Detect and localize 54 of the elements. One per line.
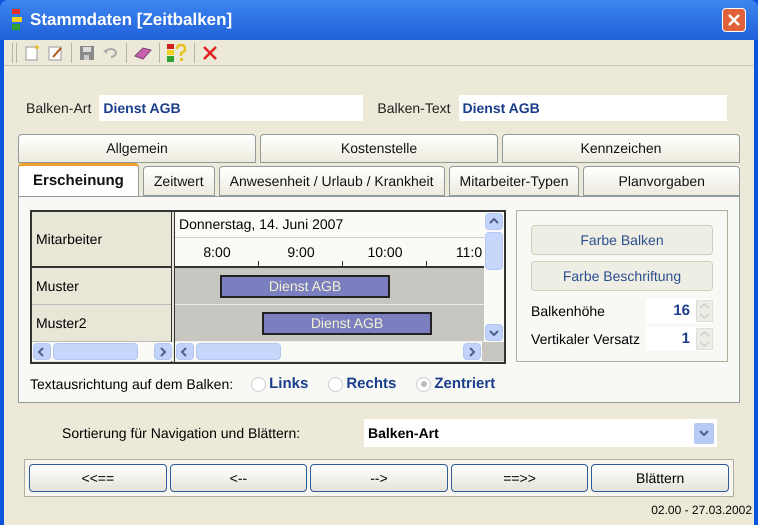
number-spinner[interactable]: 1 xyxy=(646,327,713,351)
scroll-thumb[interactable] xyxy=(53,343,138,360)
scroll-left-button[interactable] xyxy=(33,343,51,360)
scroll-thumb[interactable] xyxy=(196,343,281,360)
hour-label: 11:0 xyxy=(456,242,482,262)
tab[interactable]: Anwesenheit / Urlaub / Krankheit xyxy=(218,166,445,196)
scroll-thumb[interactable] xyxy=(485,232,503,270)
window-title: Stammdaten [Zeitbalken] xyxy=(30,9,234,32)
navigation-button[interactable]: ==>> xyxy=(450,464,588,492)
spinner-label: Balkenhöhe xyxy=(531,302,606,320)
version-text: 02.00 - 27.03.2002 xyxy=(651,502,752,519)
tab[interactable]: Erscheinung xyxy=(18,163,139,196)
navigation-button[interactable]: <-- xyxy=(170,464,308,492)
radio-option[interactable]: Links xyxy=(251,372,308,396)
tab[interactable]: Kostenstelle xyxy=(260,134,498,163)
date-header: Donnerstag, 14. Juni 2007 xyxy=(175,212,484,238)
new-document-icon[interactable] xyxy=(23,44,41,62)
scroll-right-button[interactable] xyxy=(463,343,481,360)
scroll-left-button[interactable] xyxy=(176,343,194,360)
scroll-down-button[interactable] xyxy=(485,324,503,341)
scroll-right-button[interactable] xyxy=(154,343,172,360)
tab[interactable]: Planvorgaben xyxy=(583,166,740,196)
radio-option[interactable]: Rechts xyxy=(328,372,396,396)
close-icon xyxy=(727,13,741,27)
spinner-label: Vertikaler Versatz xyxy=(531,330,641,348)
help-icon[interactable] xyxy=(166,42,188,62)
hour-label: 10:00 xyxy=(367,242,403,262)
save-icon[interactable] xyxy=(78,44,96,62)
number-spinner[interactable]: 16 xyxy=(646,299,713,323)
navigation-button[interactable]: Blättern xyxy=(591,464,729,492)
tab[interactable]: Allgemein xyxy=(18,134,256,163)
field-label: Balken-Text xyxy=(377,98,451,118)
navigation-button[interactable]: --> xyxy=(310,464,448,492)
app-logo-icon xyxy=(12,9,22,31)
field-label: Balken-Art xyxy=(26,98,92,118)
delete-icon[interactable] xyxy=(201,44,219,62)
tab[interactable]: Zeitwert xyxy=(142,166,215,196)
scroll-up-button[interactable] xyxy=(485,213,503,230)
tab[interactable]: Kennzeichen xyxy=(502,134,740,163)
color-button[interactable]: Farbe Balken xyxy=(531,225,713,255)
hour-label: 8:00 xyxy=(203,242,231,262)
color-button[interactable]: Farbe Beschriftung xyxy=(531,261,713,291)
column-header: Mitarbeiter xyxy=(32,212,171,268)
text-field[interactable]: Dienst AGB xyxy=(99,95,364,121)
hour-label: 9:00 xyxy=(287,242,315,262)
navigation-button[interactable]: <<== xyxy=(29,464,167,492)
employee-cell: Muster xyxy=(32,268,171,305)
text-field[interactable]: Dienst AGB xyxy=(458,95,727,121)
alignment-label: Textausrichtung auf dem Balken: xyxy=(30,374,234,394)
sort-label: Sortierung für Navigation und Blättern: xyxy=(62,424,302,443)
close-button[interactable] xyxy=(722,8,746,32)
tab[interactable]: Mitarbeiter-Typen xyxy=(448,166,580,196)
sort-dropdown[interactable]: Balken-Art xyxy=(364,419,717,447)
radio-option[interactable]: Zentriert xyxy=(416,372,496,396)
